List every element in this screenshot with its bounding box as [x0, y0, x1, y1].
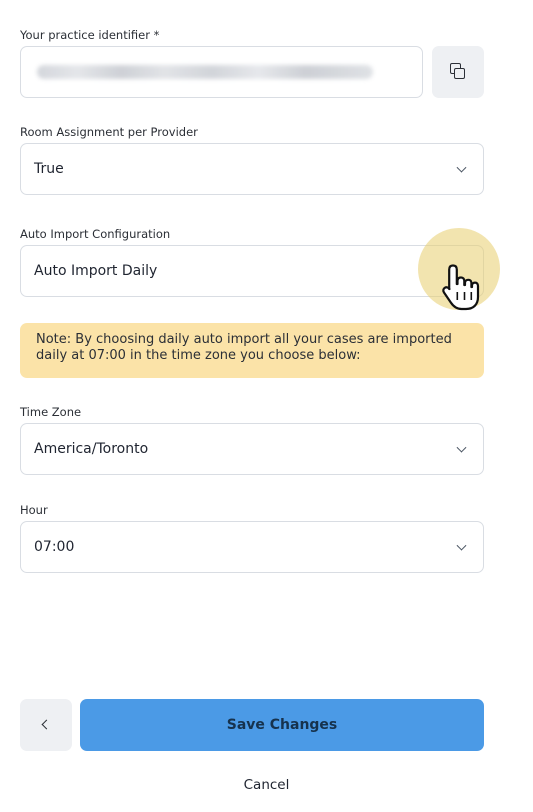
room-assignment-value: True — [34, 161, 64, 177]
auto-import-label: Auto Import Configuration — [20, 227, 171, 241]
auto-import-select[interactable]: Auto Import Daily — [20, 245, 484, 297]
chevron-left-icon — [41, 719, 52, 730]
save-changes-button[interactable]: Save Changes — [80, 699, 484, 751]
hour-value: 07:00 — [34, 539, 75, 555]
time-zone-label: Time Zone — [20, 405, 82, 419]
hand-pointer-icon — [442, 264, 480, 311]
chevron-down-icon — [456, 442, 467, 453]
room-assignment-label: Room Assignment per Provider — [20, 125, 198, 139]
cancel-link[interactable]: Cancel — [0, 777, 533, 793]
auto-import-value: Auto Import Daily — [34, 263, 158, 279]
practice-identifier-field[interactable] — [20, 46, 423, 98]
chevron-down-icon — [456, 540, 467, 551]
room-assignment-select[interactable]: True — [20, 143, 484, 195]
auto-import-note: Note: By choosing daily auto import all … — [20, 323, 484, 378]
hour-select[interactable]: 07:00 — [20, 521, 484, 573]
chevron-down-icon — [456, 162, 467, 173]
copy-button[interactable] — [432, 46, 484, 98]
hour-label: Hour — [20, 503, 48, 517]
practice-identifier-label: Your practice identifier * — [20, 28, 160, 42]
time-zone-select[interactable]: America/Toronto — [20, 423, 484, 475]
practice-identifier-redacted-value — [37, 65, 373, 79]
time-zone-value: America/Toronto — [34, 441, 149, 457]
back-button[interactable] — [20, 699, 72, 751]
